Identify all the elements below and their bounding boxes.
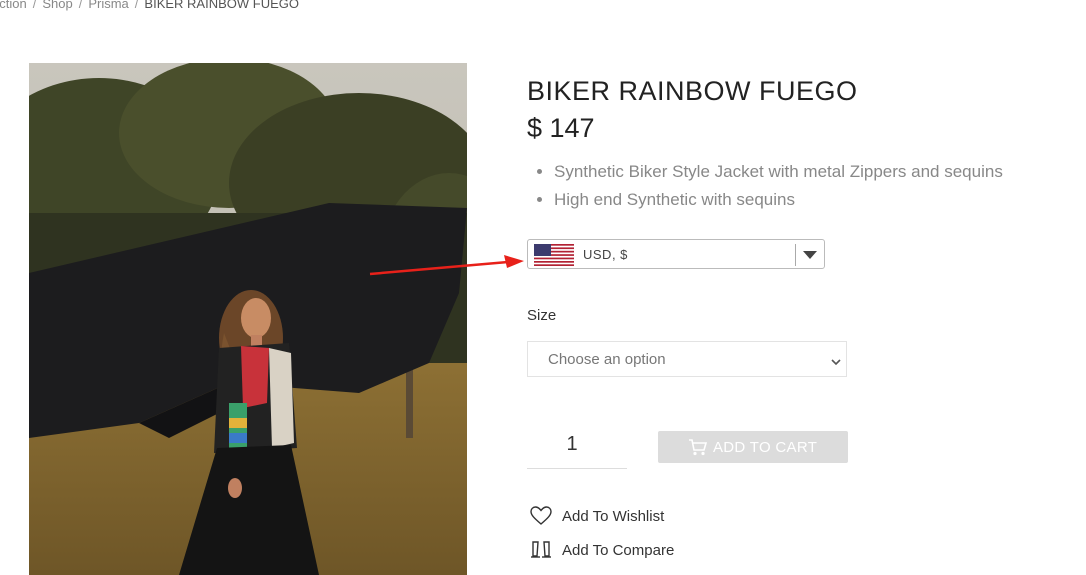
breadcrumb-current: BIKER RAINBOW FUEGO: [144, 0, 299, 11]
wishlist-label: Add To Wishlist: [562, 508, 665, 525]
heart-icon: [530, 506, 552, 531]
size-select[interactable]: Choose an option: [527, 341, 847, 377]
product-price: $ 147: [527, 113, 595, 143]
currency-value: USD, $: [583, 247, 628, 262]
quantity-input[interactable]: 1: [527, 428, 627, 469]
compare-label: Add To Compare: [562, 542, 675, 559]
breadcrumb-separator: /: [134, 0, 139, 11]
quantity-value: 1: [566, 433, 578, 455]
feature-item: High end Synthetic with sequins: [554, 186, 1003, 214]
product-title: BIKER RAINBOW FUEGO: [527, 76, 858, 106]
breadcrumb: ection / Shop / Prisma / BIKER RAINBOW FUEGO: [0, 0, 299, 11]
breadcrumb-separator: /: [78, 0, 83, 11]
feature-item: Synthetic Biker Style Jacket with metal …: [554, 158, 1003, 186]
chevron-down-icon: [830, 354, 842, 372]
breadcrumb-link-shop[interactable]: Shop: [42, 0, 72, 11]
size-select-value: Choose an option: [548, 351, 666, 368]
product-features: Synthetic Biker Style Jacket with metal …: [536, 158, 1003, 214]
add-to-cart-label: ADD TO CART: [713, 439, 818, 456]
breadcrumb-link-collection[interactable]: ection: [0, 0, 27, 11]
breadcrumb-link-prisma[interactable]: Prisma: [88, 0, 128, 11]
select-divider: [795, 244, 796, 266]
breadcrumb-separator: /: [32, 0, 37, 11]
currency-selector[interactable]: USD, $: [527, 239, 825, 269]
caret-down-icon[interactable]: [803, 251, 817, 259]
us-flag-icon: [534, 244, 574, 271]
size-label: Size: [527, 307, 557, 324]
annotation-arrow: [369, 255, 524, 276]
compare-icon: [530, 540, 552, 565]
add-to-cart-button[interactable]: ADD TO CART: [658, 431, 848, 463]
product-image[interactable]: [29, 63, 467, 575]
cart-icon: [688, 438, 708, 461]
